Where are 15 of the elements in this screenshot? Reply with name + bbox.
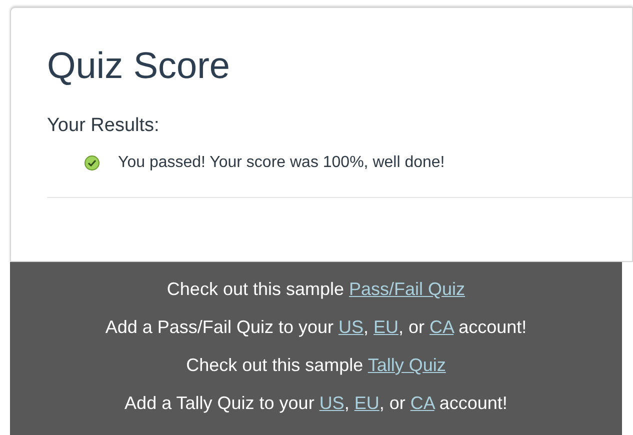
promo-line: Add a Tally Quiz to your US, EU, or CA account! <box>124 392 508 415</box>
card-title: Quiz Score <box>47 44 232 88</box>
link[interactable]: Pass/Fail Quiz <box>349 279 466 299</box>
promo-line: Check out this sample Pass/Fail Quiz <box>166 278 466 301</box>
link[interactable]: EU <box>374 317 399 337</box>
link[interactable]: CA <box>430 317 454 337</box>
link[interactable]: US <box>338 317 364 337</box>
result-text: You passed! Your score was 100%, well done! <box>118 152 445 172</box>
promo-line: Check out this sample Tally Quiz <box>186 354 446 377</box>
promo-line: Add a Pass/Fail Quiz to your US, EU, or CA account! <box>105 316 527 339</box>
results-heading: Your Results: <box>47 114 160 138</box>
link[interactable]: Tally Quiz <box>368 355 446 375</box>
link[interactable]: EU <box>354 393 380 413</box>
link[interactable]: CA <box>410 393 434 413</box>
link[interactable]: US <box>319 393 344 413</box>
